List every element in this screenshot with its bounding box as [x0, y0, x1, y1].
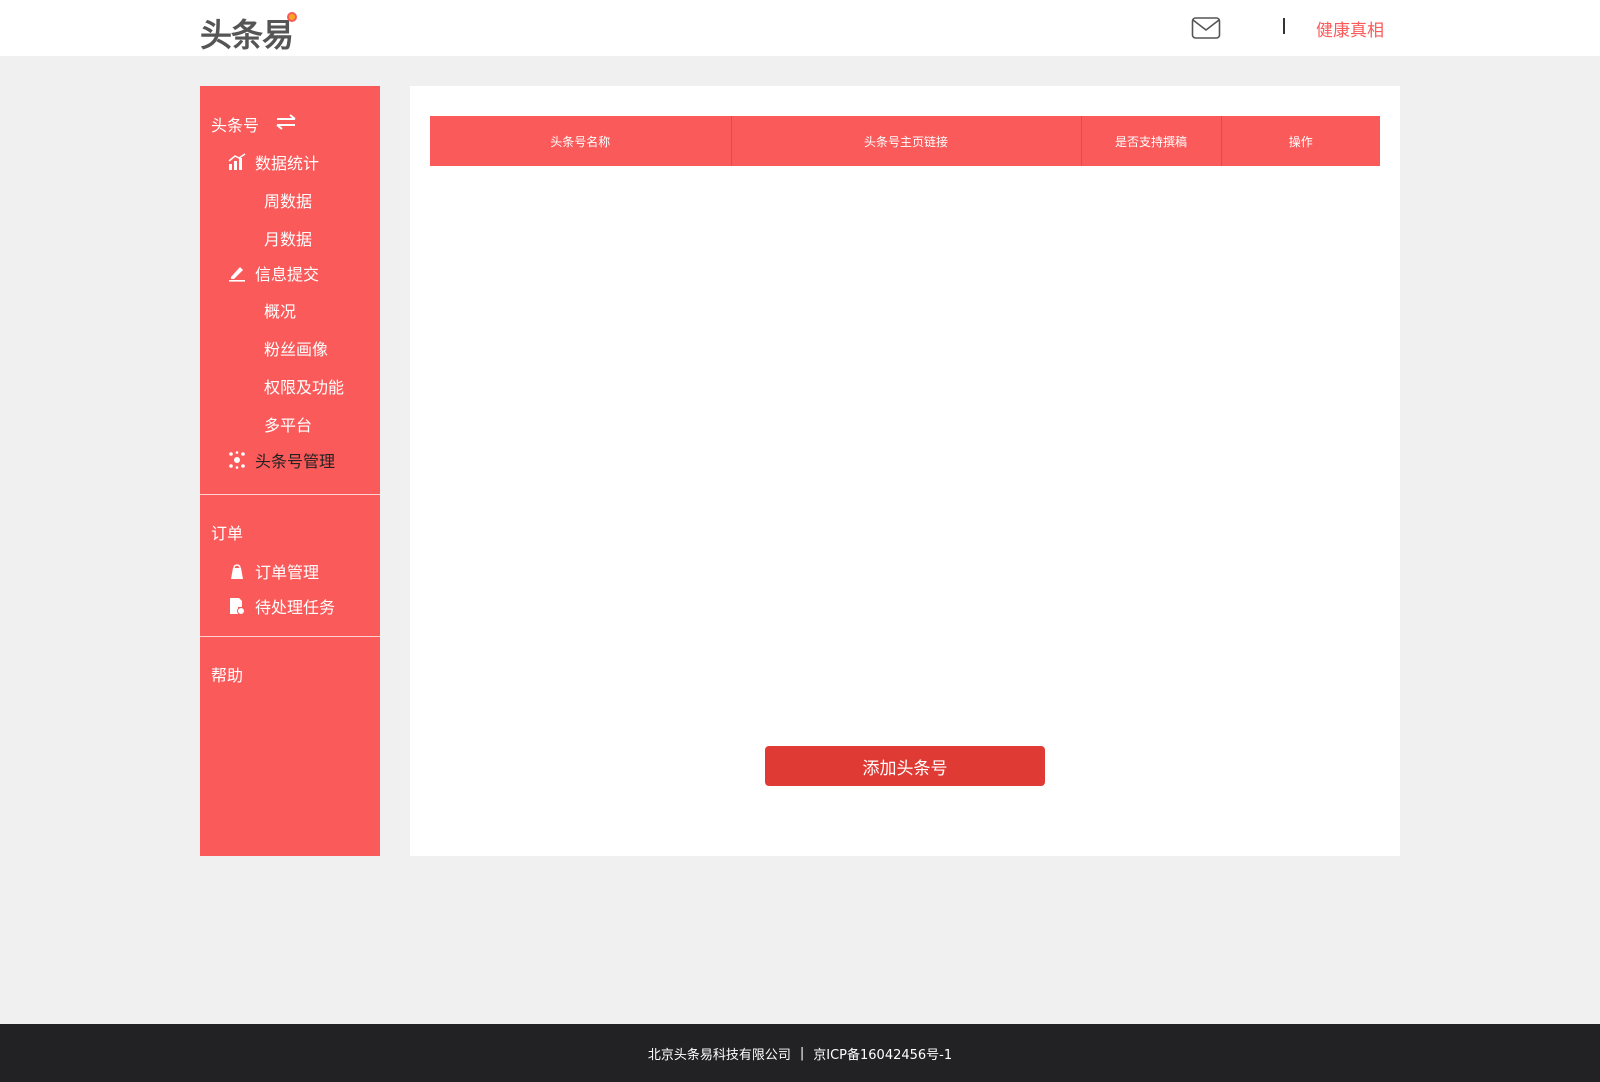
footer-company: 北京头条易科技有限公司: [647, 1047, 791, 1063]
logo-text: 头条易: [200, 16, 294, 54]
sidebar-group-order[interactable]: 订单: [211, 520, 243, 544]
sidebar-item-label: 信息提交: [255, 265, 320, 284]
bar-chart-icon: [228, 153, 246, 170]
sidebar: 头条号 数据统计 周数据 月数据 信息提交 概况 粉丝画像 权限及功能 多平台: [200, 86, 380, 856]
sidebar-item-account-management[interactable]: 头条号管理: [228, 448, 335, 472]
logo-mark-icon: [287, 12, 298, 22]
top-header: 头条易 健康真相: [0, 0, 1600, 56]
footer: 北京头条易科技有限公司 | 京ICP备16042456号-1: [0, 1024, 1600, 1082]
sidebar-group-account[interactable]: 头条号: [211, 112, 259, 136]
accounts-table: 头条号名称 头条号主页链接 是否支持撰稿 操作: [430, 116, 1380, 166]
sidebar-item-label: 订单管理: [255, 563, 320, 582]
sidebar-item-order-management[interactable]: 订单管理: [228, 559, 319, 583]
sidebar-item-pending-tasks[interactable]: 待处理任务: [228, 594, 335, 618]
sidebar-item-multi-platform[interactable]: 多平台: [264, 412, 312, 436]
logo[interactable]: 头条易: [200, 10, 298, 54]
main-panel: 头条号名称 头条号主页链接 是否支持撰稿 操作 添加头条号: [410, 86, 1400, 856]
sidebar-item-weekly-data[interactable]: 周数据: [264, 188, 312, 212]
column-header-actions: 操作: [1220, 116, 1380, 166]
sidebar-item-info-submit[interactable]: 信息提交: [228, 261, 319, 285]
network-icon: [229, 451, 245, 469]
column-header-writing-support: 是否支持撰稿: [1080, 116, 1221, 166]
mail-icon[interactable]: [1191, 16, 1221, 40]
sidebar-divider: [200, 494, 380, 495]
sidebar-divider: [200, 636, 380, 637]
sidebar-item-label: 待处理任务: [255, 598, 336, 617]
order-bag-icon: [231, 564, 243, 579]
column-header-homepage-link: 头条号主页链接: [730, 116, 1081, 166]
user-name-link[interactable]: 健康真相: [1316, 16, 1384, 41]
sidebar-item-overview[interactable]: 概况: [264, 298, 296, 322]
footer-icp[interactable]: 京ICP备16042456号-1: [813, 1044, 952, 1063]
add-account-button[interactable]: 添加头条号: [765, 746, 1045, 786]
swap-arrows-icon[interactable]: [275, 114, 297, 130]
column-header-account-name: 头条号名称: [430, 116, 731, 166]
sidebar-item-data-stats[interactable]: 数据统计: [228, 150, 319, 174]
footer-separator: |: [799, 1045, 805, 1061]
sidebar-item-monthly-data[interactable]: 月数据: [264, 226, 312, 250]
sidebar-group-help[interactable]: 帮助: [211, 662, 243, 686]
sidebar-item-permissions[interactable]: 权限及功能: [264, 374, 344, 398]
sidebar-item-fan-profile[interactable]: 粉丝画像: [264, 336, 328, 360]
sidebar-item-label: 数据统计: [255, 154, 320, 173]
edit-pen-icon: [229, 267, 245, 282]
header-divider: [1283, 18, 1285, 34]
task-doc-icon: [230, 598, 245, 615]
table-header-row: 头条号名称 头条号主页链接 是否支持撰稿 操作: [430, 116, 1380, 166]
sidebar-item-label: 头条号管理: [255, 452, 336, 471]
